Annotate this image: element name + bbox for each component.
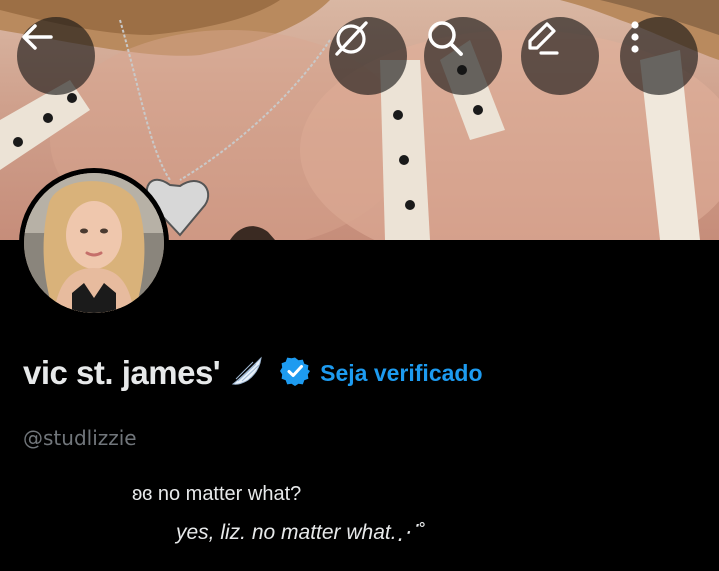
profile-name-row: vic st. james' Seja verificado — [23, 350, 483, 396]
more-vertical-icon — [631, 21, 639, 53]
grok-icon — [335, 21, 368, 56]
bio-line-1: ʚɞ no matter what? — [132, 483, 302, 505]
search-icon — [428, 21, 463, 56]
bio-line-2: yes, liz. no matter what.⋰˚ — [176, 521, 425, 544]
avatar-image — [24, 173, 164, 313]
avatar[interactable] — [19, 168, 169, 318]
arrow-left-icon — [22, 24, 53, 50]
wing-icon — [230, 354, 264, 393]
edit-button[interactable] — [521, 17, 599, 95]
grok-button[interactable] — [329, 17, 407, 95]
display-name: vic st. james' — [23, 354, 221, 391]
back-button[interactable] — [17, 17, 95, 95]
get-verified-link[interactable]: Seja verificado — [320, 360, 482, 387]
search-button[interactable] — [424, 17, 502, 95]
profile-screen: vic st. james' Seja verificado @studlizz… — [0, 0, 719, 571]
profile-handle: @studlizzie — [23, 426, 137, 450]
edit-pencil-icon — [528, 22, 559, 55]
more-options-button[interactable] — [620, 17, 698, 95]
verified-badge-icon[interactable] — [280, 356, 311, 391]
